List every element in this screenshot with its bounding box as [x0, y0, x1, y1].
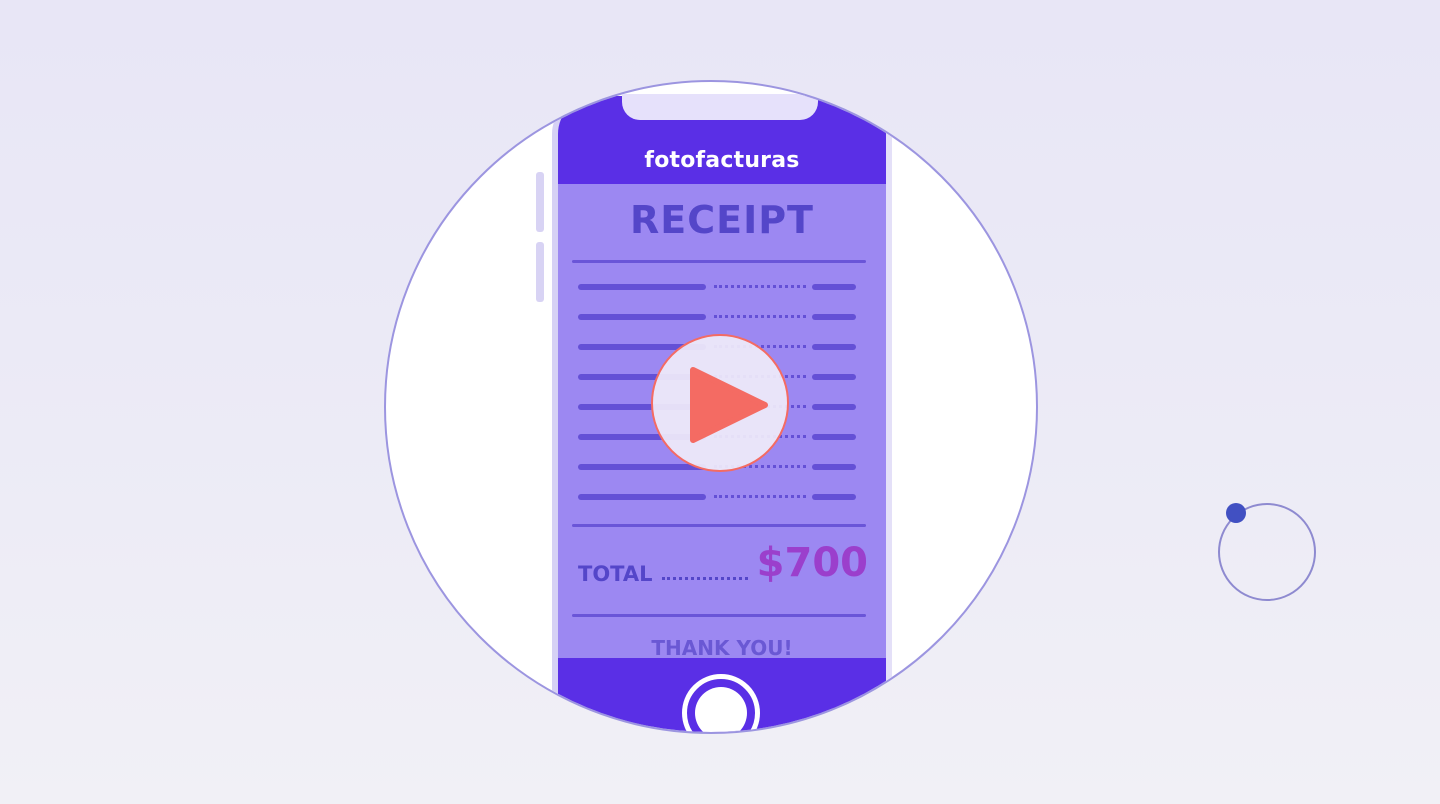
total-amount: $700: [756, 540, 868, 586]
receipt-line-item: [578, 284, 856, 290]
orbit-dot-icon: [1226, 503, 1246, 523]
play-button[interactable]: [651, 334, 789, 472]
brand-logo: fotofacturas: [644, 148, 800, 173]
thank-you-text: THANK YOU!: [651, 636, 793, 658]
divider: [572, 614, 866, 617]
receipt-line-item: [578, 314, 856, 320]
phone-home-button: [682, 674, 760, 732]
phone-side-button: [536, 172, 544, 232]
divider: [572, 260, 866, 263]
total-label: TOTAL: [578, 562, 653, 586]
video-thumbnail: fotofacturas RECEIPT TOTAL $700 THANK YO…: [0, 0, 1440, 804]
phone-side-button: [536, 242, 544, 302]
divider: [572, 524, 866, 527]
total-dots: [662, 574, 748, 580]
receipt-title: RECEIPT: [630, 198, 814, 242]
play-icon: [690, 367, 768, 443]
phone-notch: [622, 94, 818, 120]
receipt-line-item: [578, 494, 856, 500]
